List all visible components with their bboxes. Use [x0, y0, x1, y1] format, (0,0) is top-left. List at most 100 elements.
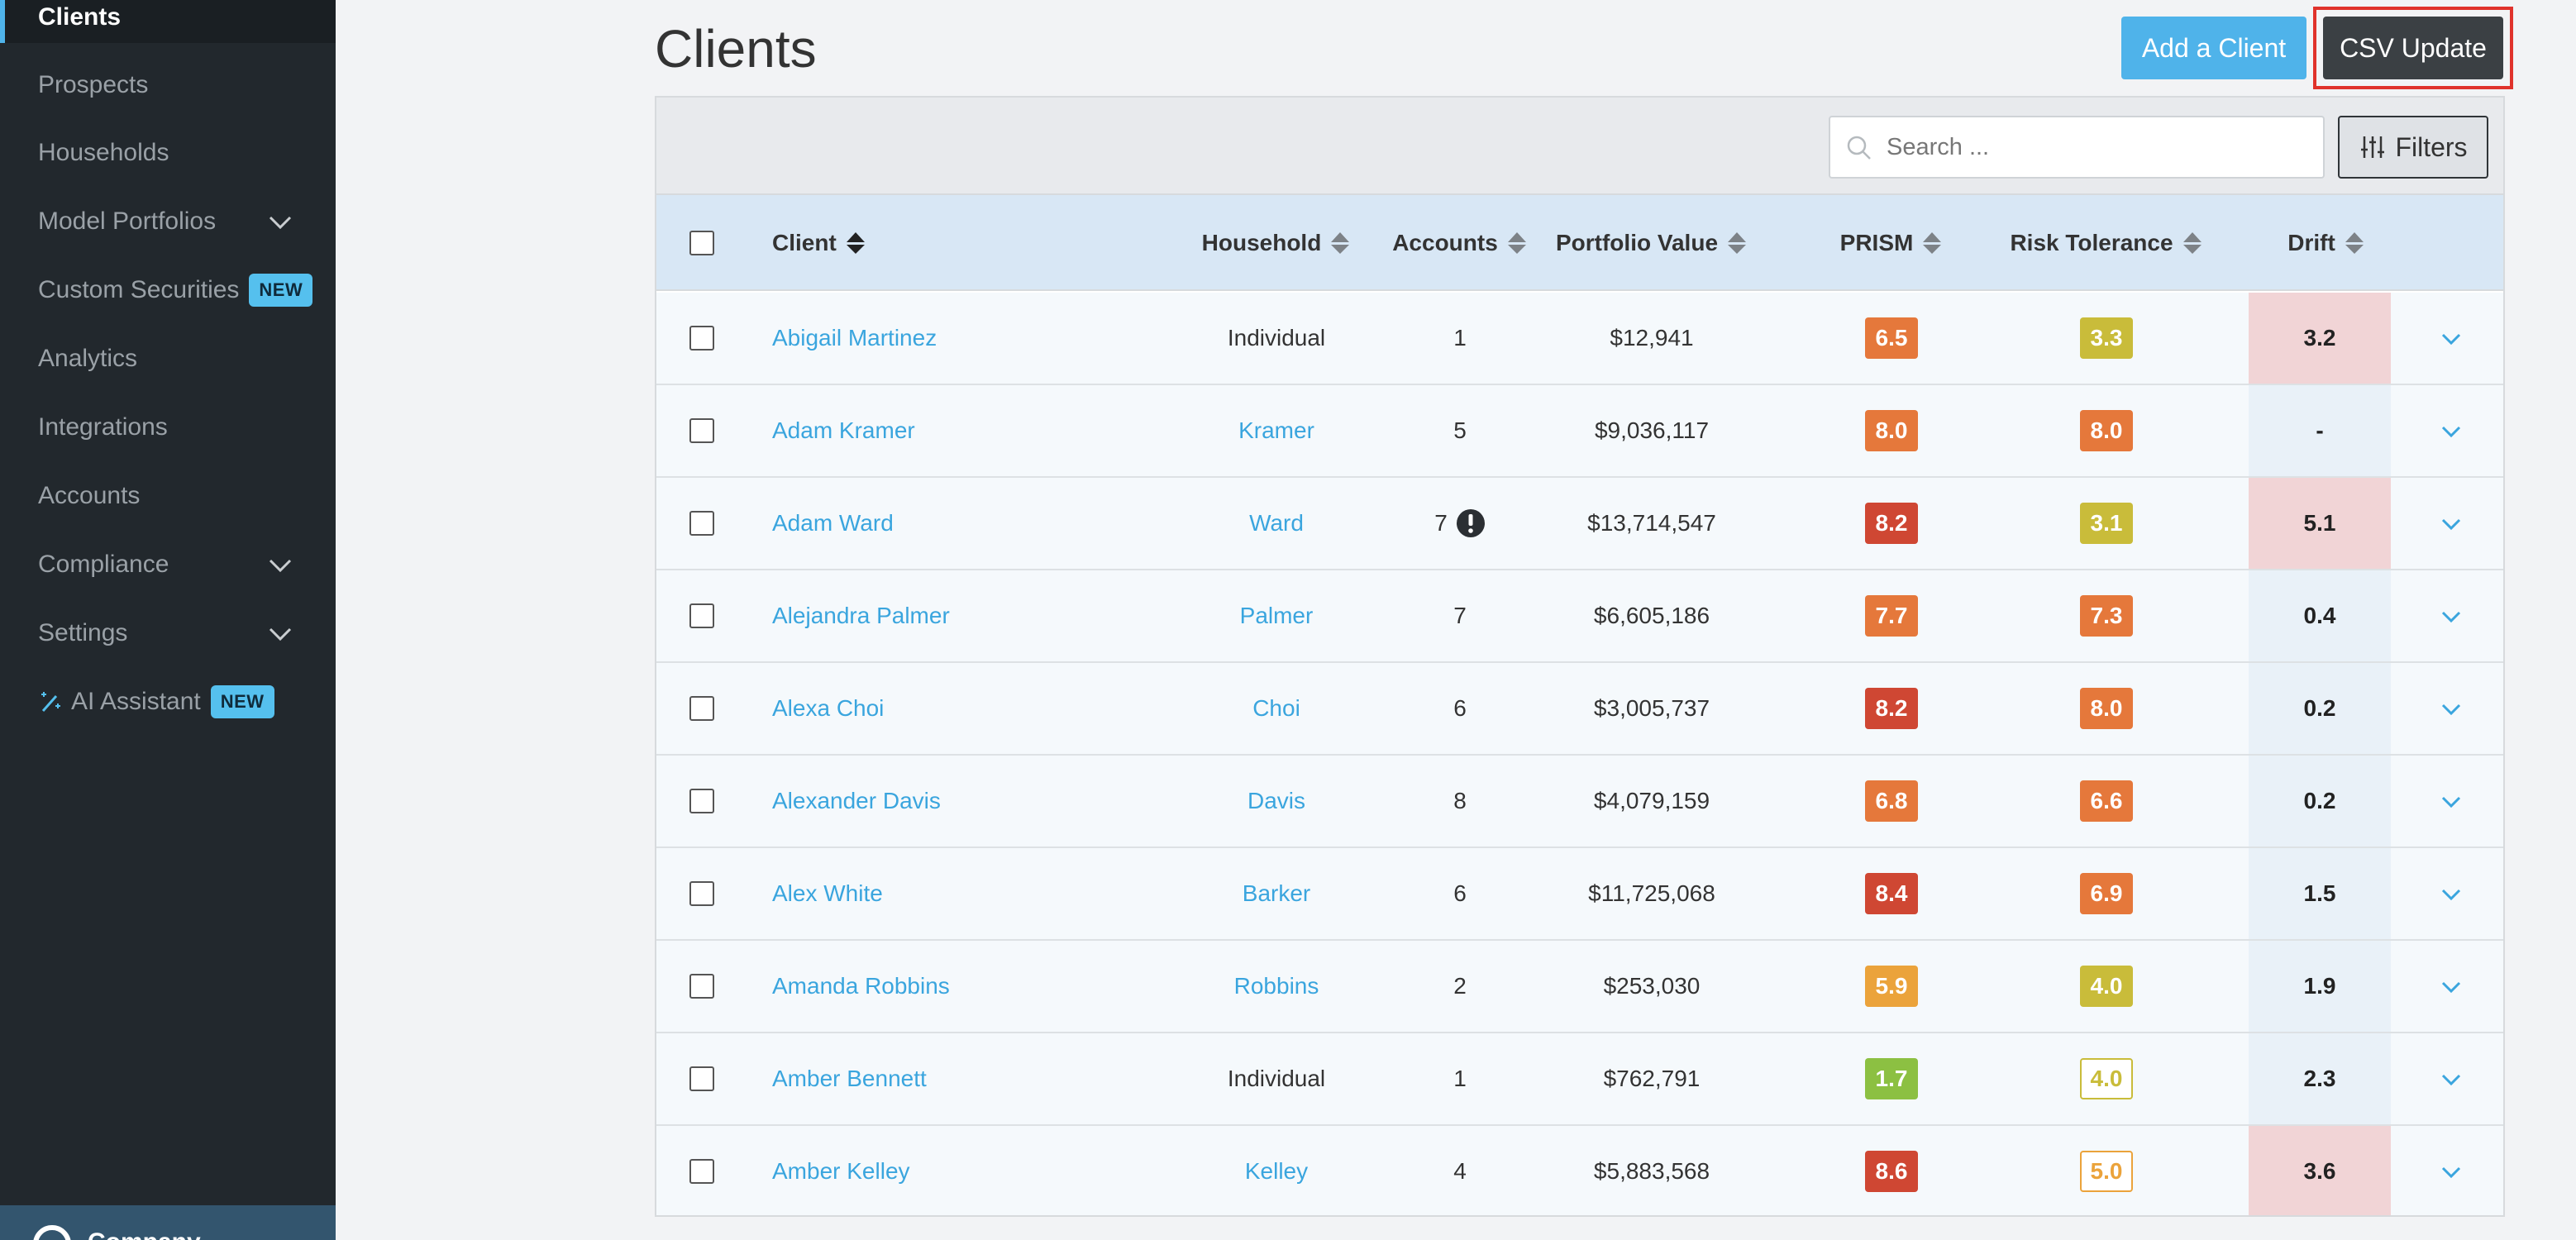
- client-name-link[interactable]: Adam Ward: [772, 478, 894, 569]
- sidebar-item-label: AI Assistant: [71, 688, 201, 715]
- add-client-button[interactable]: Add a Client: [2121, 17, 2306, 79]
- exclamation-icon[interactable]: [1456, 508, 1486, 538]
- client-name-link[interactable]: Abigail Martinez: [772, 293, 937, 384]
- chevron-down-icon[interactable]: [2439, 1067, 2464, 1092]
- column-header-label: Risk Tolerance: [2010, 230, 2173, 255]
- drift-cell: 0.4: [2249, 570, 2391, 661]
- csv-update-button[interactable]: CSV Update: [2323, 17, 2503, 79]
- sidebar-item-households[interactable]: Households: [0, 127, 336, 179]
- sliders-icon: [2361, 136, 2385, 158]
- chevron-down-icon[interactable]: [2439, 882, 2464, 907]
- filters-button[interactable]: Filters: [2338, 116, 2488, 179]
- sidebar-item-custom-securities[interactable]: Custom Securities NEW: [0, 265, 336, 316]
- risk-tolerance-badge: 7.3: [2080, 595, 2133, 637]
- sidebar-item-prospects[interactable]: Prospects: [0, 60, 336, 111]
- portfolio-value-cell: $9,036,117: [1594, 417, 1710, 443]
- chevron-down-icon[interactable]: [2439, 975, 2464, 999]
- client-name-link[interactable]: Adam Kramer: [772, 385, 915, 476]
- chevron-down-icon[interactable]: [2439, 604, 2464, 629]
- sidebar-item-clients[interactable]: Clients: [0, 0, 336, 43]
- risk-tolerance-badge: 3.3: [2080, 317, 2133, 359]
- column-header-drift[interactable]: Drift: [2244, 195, 2409, 291]
- client-name-link[interactable]: Amber Bennett: [772, 1033, 927, 1124]
- sidebar-item-integrations[interactable]: Integrations: [0, 402, 336, 453]
- row-checkbox[interactable]: [689, 974, 714, 999]
- column-header-client[interactable]: Client: [772, 195, 866, 291]
- chevron-down-icon[interactable]: [2439, 327, 2464, 351]
- sidebar-item-accounts[interactable]: Accounts: [0, 470, 336, 522]
- sidebar-item-model-portfolios[interactable]: Model Portfolios: [0, 196, 336, 247]
- column-header-risk-tolerance[interactable]: Risk Tolerance: [1958, 195, 2255, 291]
- search-box[interactable]: [1829, 116, 2325, 179]
- client-name-link[interactable]: Alex White: [772, 848, 883, 939]
- client-name-link[interactable]: Alejandra Palmer: [772, 570, 950, 661]
- prism-score-badge: 7.7: [1865, 595, 1918, 637]
- column-header-label: Client: [772, 230, 837, 255]
- portfolio-value-cell: $253,030: [1603, 973, 1701, 999]
- chevron-down-icon[interactable]: [2439, 697, 2464, 722]
- sort-icon: [1728, 232, 1747, 254]
- client-name-link[interactable]: Amanda Robbins: [772, 941, 950, 1032]
- sidebar: Clients Prospects Households Model Portf…: [0, 0, 336, 1240]
- risk-tolerance-badge: 6.9: [2080, 873, 2133, 914]
- table-row: Amber Bennett Individual 1 $762,791 1.7 …: [656, 1033, 2503, 1126]
- risk-tolerance-cell: 3.1: [1958, 478, 2255, 569]
- sidebar-item-ai-assistant[interactable]: AI Assistant NEW: [0, 676, 336, 727]
- sort-ascending-icon: [846, 232, 865, 254]
- accounts-count: 1: [1453, 1066, 1467, 1091]
- portfolio-value-cell: $4,079,159: [1593, 788, 1710, 813]
- client-name-link[interactable]: Alexander Davis: [772, 756, 941, 847]
- client-name-link[interactable]: Amber Kelley: [772, 1126, 910, 1215]
- new-badge: NEW: [249, 274, 313, 307]
- search-input[interactable]: [1887, 126, 2308, 169]
- chevron-down-icon[interactable]: [2439, 512, 2464, 537]
- accounts-count: 5: [1453, 417, 1467, 443]
- sidebar-item-compliance[interactable]: Compliance: [0, 539, 336, 590]
- sidebar-item-analytics[interactable]: Analytics: [0, 333, 336, 384]
- table-row: Abigail Martinez Individual 1 $12,941 6.…: [656, 293, 2503, 385]
- row-checkbox[interactable]: [689, 418, 714, 443]
- prism-score-badge: 8.2: [1865, 503, 1918, 544]
- prism-score-badge: 8.4: [1865, 873, 1918, 914]
- row-checkbox[interactable]: [689, 511, 714, 536]
- chevron-down-icon: [269, 627, 292, 641]
- row-checkbox[interactable]: [689, 881, 714, 906]
- sidebar-item-settings[interactable]: Settings: [0, 608, 336, 659]
- column-header-label: Drift: [2287, 230, 2335, 255]
- column-header-portfolio-value[interactable]: Portfolio Value: [1511, 195, 1792, 291]
- sidebar-item-label: Clients: [38, 3, 122, 31]
- row-checkbox[interactable]: [689, 326, 714, 351]
- prism-score-badge: 6.8: [1865, 780, 1918, 822]
- chevron-down-icon: [269, 559, 292, 573]
- sidebar-item-label: Compliance: [38, 551, 169, 578]
- drift-cell: 1.9: [2249, 941, 2391, 1032]
- risk-tolerance-cell: 8.0: [1958, 663, 2255, 754]
- chevron-down-icon: [269, 216, 292, 230]
- table-toolbar: Filters: [656, 98, 2503, 195]
- chevron-down-icon[interactable]: [2439, 419, 2464, 444]
- risk-tolerance-badge: 8.0: [2080, 688, 2133, 729]
- select-all-checkbox[interactable]: [689, 231, 714, 255]
- risk-tolerance-cell: 8.0: [1958, 385, 2255, 476]
- prism-score-badge: 1.7: [1865, 1058, 1918, 1099]
- chevron-down-icon[interactable]: [2439, 789, 2464, 814]
- row-checkbox[interactable]: [689, 789, 714, 813]
- prism-score-badge: 8.2: [1865, 688, 1918, 729]
- risk-tolerance-cell: 4.0: [1958, 941, 2255, 1032]
- sidebar-footer[interactable]: Company: [0, 1205, 336, 1240]
- risk-tolerance-cell: 6.6: [1958, 756, 2255, 847]
- chevron-down-icon[interactable]: [2439, 1160, 2464, 1185]
- row-checkbox[interactable]: [689, 1159, 714, 1184]
- risk-tolerance-badge: 4.0: [2080, 1058, 2133, 1099]
- client-name-link[interactable]: Alexa Choi: [772, 663, 884, 754]
- table-row: Alejandra Palmer Palmer 7 $6,605,186 7.7…: [656, 570, 2503, 663]
- risk-tolerance-badge: 8.0: [2080, 410, 2133, 451]
- page-title: Clients: [655, 19, 817, 79]
- row-checkbox[interactable]: [689, 696, 714, 721]
- drift-cell: 1.5: [2249, 848, 2391, 939]
- row-checkbox[interactable]: [689, 603, 714, 628]
- table-row: Amber Kelley Kelley 4 $5,883,568 8.6 5.0…: [656, 1126, 2503, 1215]
- drift-cell: 0.2: [2249, 756, 2391, 847]
- row-checkbox[interactable]: [689, 1066, 714, 1091]
- portfolio-value-cell: $11,725,068: [1588, 880, 1715, 906]
